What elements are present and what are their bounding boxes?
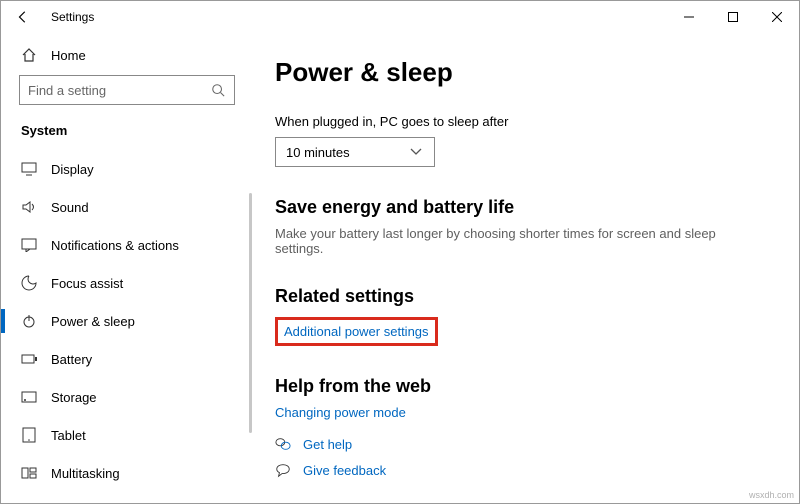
sleep-after-select[interactable]: 10 minutes: [275, 137, 435, 167]
sidebar-item-label: Battery: [51, 352, 92, 367]
main-content: Power & sleep When plugged in, PC goes t…: [253, 33, 799, 503]
sidebar-item-label: Power & sleep: [51, 314, 135, 329]
sound-icon: [21, 199, 37, 215]
get-help-row[interactable]: Get help: [275, 436, 765, 452]
search-icon: [210, 82, 226, 98]
search-placeholder: Find a setting: [28, 83, 106, 98]
battery-icon: [21, 351, 37, 367]
energy-heading: Save energy and battery life: [275, 197, 765, 218]
feedback-row[interactable]: Give feedback: [275, 462, 765, 478]
help-heading: Help from the web: [275, 376, 765, 397]
get-help-icon: [275, 436, 291, 452]
minimize-button[interactable]: [667, 2, 711, 32]
get-help-link[interactable]: Get help: [303, 437, 352, 452]
home-nav[interactable]: Home: [1, 43, 253, 75]
focus-assist-icon: [21, 275, 37, 291]
titlebar: Settings: [1, 1, 799, 33]
plugged-in-label: When plugged in, PC goes to sleep after: [275, 114, 765, 129]
sidebar-item-notifications[interactable]: Notifications & actions: [1, 226, 253, 264]
tablet-icon: [21, 427, 37, 443]
sidebar-nav: Display Sound Notifications & actions Fo…: [1, 150, 253, 492]
feedback-icon: [275, 462, 291, 478]
sidebar-item-label: Multitasking: [51, 466, 120, 481]
window-title: Settings: [51, 10, 94, 24]
back-icon[interactable]: [15, 9, 31, 25]
additional-power-settings-link[interactable]: Additional power settings: [284, 324, 429, 339]
related-link-highlight: Additional power settings: [275, 317, 438, 346]
chevron-down-icon: [408, 144, 424, 160]
sidebar-section-header: System: [1, 117, 253, 150]
home-icon: [21, 47, 37, 63]
multitasking-icon: [21, 465, 37, 481]
energy-text: Make your battery last longer by choosin…: [275, 226, 765, 256]
sidebar-item-label: Sound: [51, 200, 89, 215]
maximize-button[interactable]: [711, 2, 755, 32]
page-title: Power & sleep: [275, 57, 765, 88]
feedback-link[interactable]: Give feedback: [303, 463, 386, 478]
storage-icon: [21, 389, 37, 405]
sidebar-item-battery[interactable]: Battery: [1, 340, 253, 378]
sidebar-item-label: Notifications & actions: [51, 238, 179, 253]
home-label: Home: [51, 48, 86, 63]
sidebar-item-display[interactable]: Display: [1, 150, 253, 188]
power-icon: [21, 313, 37, 329]
watermark: wsxdh.com: [749, 490, 794, 500]
notifications-icon: [21, 237, 37, 253]
window-controls: [667, 2, 799, 32]
close-button[interactable]: [755, 2, 799, 32]
sidebar-item-label: Tablet: [51, 428, 86, 443]
changing-power-mode-link[interactable]: Changing power mode: [275, 405, 406, 420]
sidebar-item-sound[interactable]: Sound: [1, 188, 253, 226]
sidebar-item-label: Display: [51, 162, 94, 177]
display-icon: [21, 161, 37, 177]
search-input[interactable]: Find a setting: [19, 75, 235, 105]
sidebar: Home Find a setting System Display: [1, 33, 253, 503]
sidebar-item-power-sleep[interactable]: Power & sleep: [1, 302, 253, 340]
sidebar-scrollbar[interactable]: [249, 193, 252, 433]
sidebar-item-label: Focus assist: [51, 276, 123, 291]
sidebar-item-focus-assist[interactable]: Focus assist: [1, 264, 253, 302]
sidebar-item-label: Storage: [51, 390, 97, 405]
sidebar-item-storage[interactable]: Storage: [1, 378, 253, 416]
sleep-after-value: 10 minutes: [286, 145, 350, 160]
related-heading: Related settings: [275, 286, 765, 307]
sidebar-item-tablet[interactable]: Tablet: [1, 416, 253, 454]
sidebar-item-multitasking[interactable]: Multitasking: [1, 454, 253, 492]
